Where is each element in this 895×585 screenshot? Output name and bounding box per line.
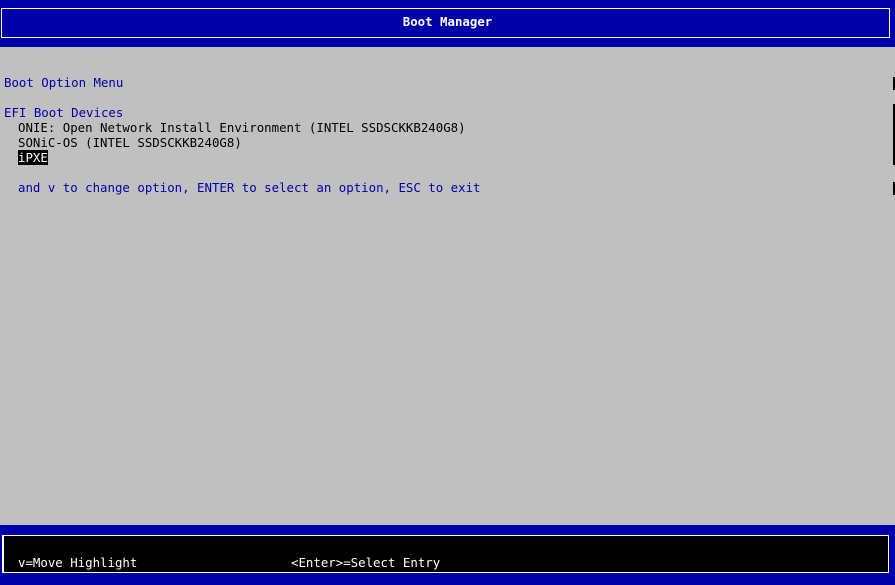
- page-title: Boot Manager: [402, 14, 493, 29]
- boot-option-ipxe[interactable]: iPXE: [18, 150, 48, 165]
- boot-option-onie[interactable]: ONIE: Open Network Install Environment (…: [18, 120, 466, 135]
- instructions-text: and v to change option, ENTER to select …: [18, 180, 481, 195]
- boot-manager-screen: Boot Manager Boot Option Menu EFI Boot D…: [0, 0, 895, 585]
- menu-heading: Boot Option Menu: [4, 75, 124, 90]
- section-label: EFI Boot Devices: [4, 105, 124, 120]
- boot-option-sonic[interactable]: SONiC-OS (INTEL SSDSCKKB240G8): [18, 135, 242, 150]
- select-entry-hint: <Enter>=Select Entry: [291, 555, 441, 570]
- move-highlight-hint: v=Move Highlight: [18, 555, 138, 570]
